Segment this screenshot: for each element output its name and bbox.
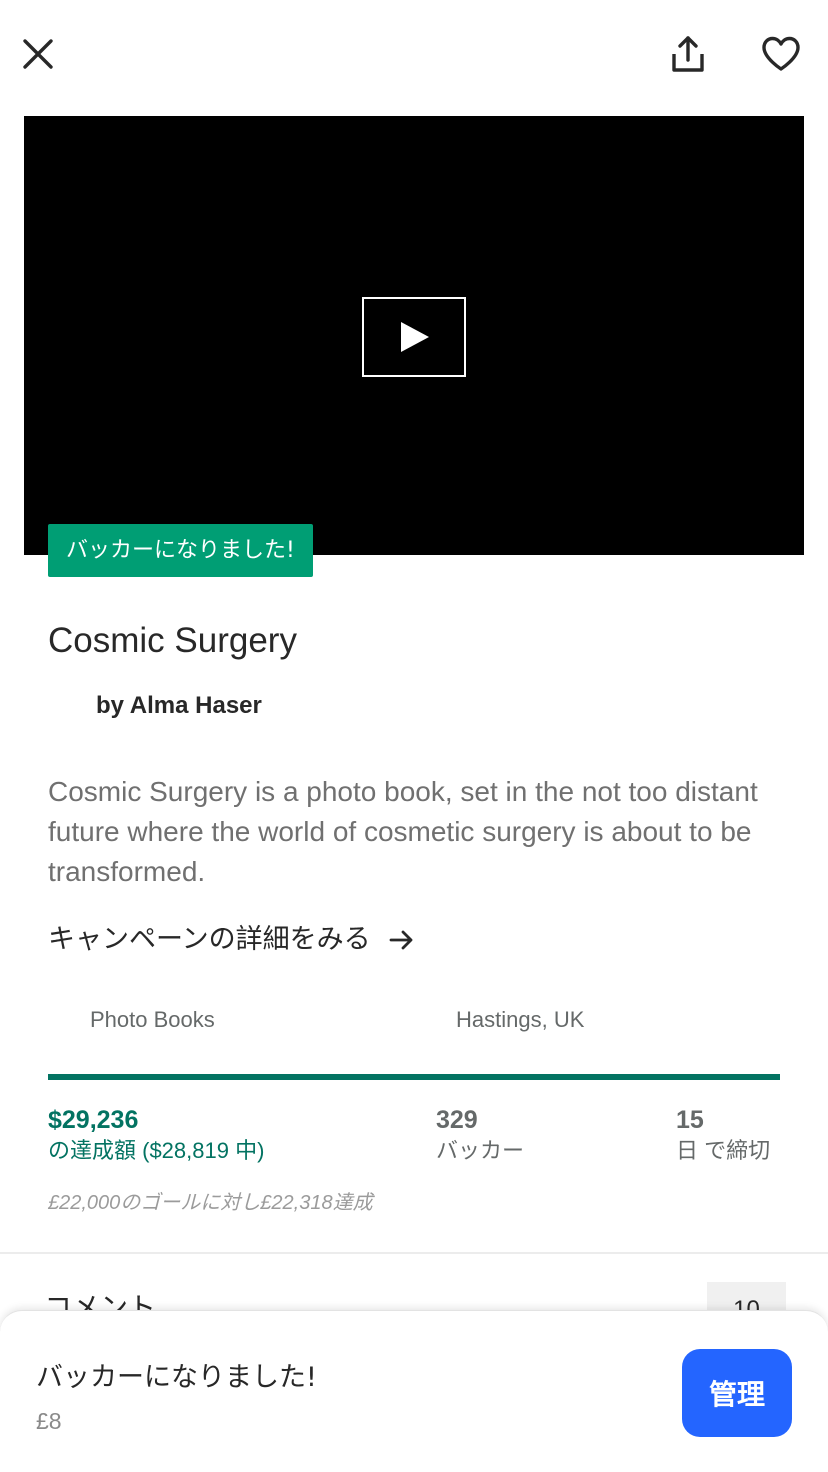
- location-tag[interactable]: Hastings, UK: [456, 1004, 584, 1036]
- pledge-status: バッカーになりました!: [36, 1362, 317, 1393]
- close-button[interactable]: [18, 34, 58, 74]
- category-tag[interactable]: Photo Books: [90, 1004, 215, 1036]
- goal-note: £22,000のゴールに対し£22,318達成: [48, 1192, 373, 1214]
- share-icon: [672, 36, 704, 72]
- top-bar: [0, 0, 828, 110]
- favorite-button[interactable]: [758, 32, 804, 76]
- pledge-bottom-sheet: バッカーになりました! £8 管理: [0, 1310, 828, 1472]
- funding-progress-fill: [48, 1074, 780, 1080]
- project-title: Cosmic Surgery: [48, 621, 297, 660]
- creator-name[interactable]: by Alma Haser: [96, 690, 262, 722]
- project-blurb: Cosmic Surgery is a photo book, set in t…: [48, 776, 758, 887]
- days-left-label: 日 で締切: [676, 1138, 771, 1163]
- close-icon: [23, 39, 53, 69]
- play-icon: [401, 322, 429, 352]
- backers-count: 329: [436, 1106, 478, 1134]
- campaign-details-link[interactable]: キャンペーンの詳細をみる: [48, 920, 415, 960]
- share-button[interactable]: [666, 32, 710, 76]
- backers-stat: 329 バッカー: [436, 1104, 524, 1166]
- manage-button[interactable]: 管理: [682, 1349, 792, 1437]
- campaign-details-label: キャンペーンの詳細をみる: [48, 924, 371, 955]
- days-left-count: 15: [676, 1106, 704, 1134]
- section-divider: [0, 1252, 828, 1254]
- pledged-stat: $29,236 の達成額 ($28,819 中): [48, 1104, 264, 1166]
- pledge-amount: £8: [36, 1408, 62, 1434]
- days-left-stat: 15 日 で締切: [676, 1104, 770, 1166]
- pledged-label: の達成額 ($28,819 中): [48, 1138, 265, 1163]
- pledged-amount: $29,236: [48, 1106, 139, 1134]
- arrow-right-icon: [389, 929, 415, 951]
- play-button[interactable]: [362, 297, 466, 377]
- funding-progress-bar: [48, 1074, 780, 1080]
- project-video[interactable]: [24, 116, 804, 555]
- heart-icon: [762, 36, 800, 71]
- backer-status-badge: バッカーになりました!: [48, 524, 313, 577]
- backers-label: バッカー: [436, 1138, 525, 1163]
